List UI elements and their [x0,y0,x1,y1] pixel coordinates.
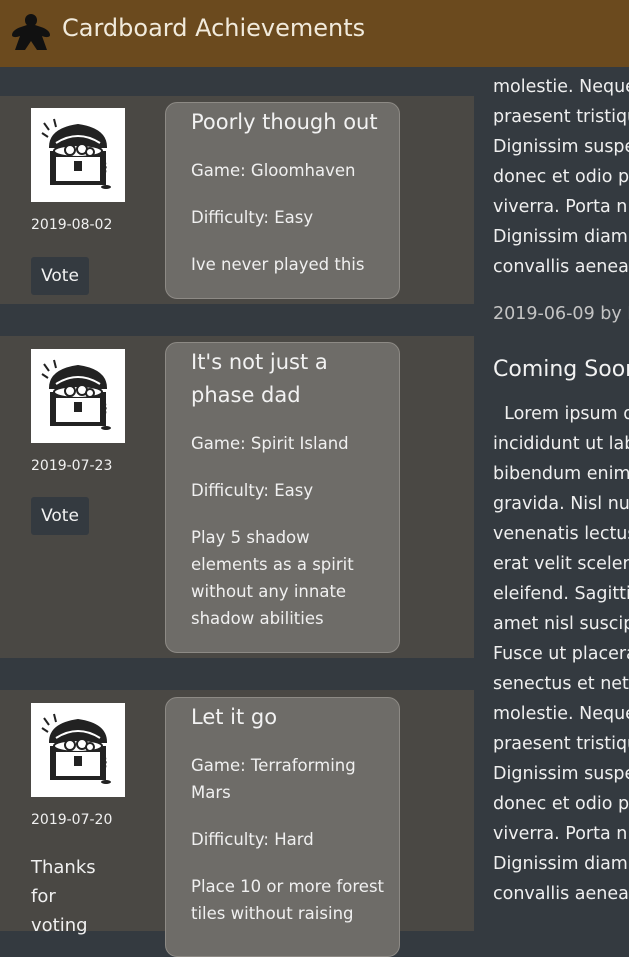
achievement-difficulty: Difficulty: Easy [191,208,314,227]
achievement-details: Let it go Game: Terraforming Mars Diffic… [165,697,400,957]
blog-text-line: convallis aenean [493,884,629,904]
blog-post-heading: Coming Soon [493,357,629,382]
achievement-game: Game: Gloomhaven [191,161,356,180]
blog-text-line: viverra. Porta ni [493,824,629,844]
meeple-icon [12,14,50,50]
achievement-date: 2019-07-23 [31,458,113,474]
blog-text-line: molestie. Neque [493,77,629,97]
treasure-chest-icon [31,703,125,797]
blog-text-line: praesent tristiqu [493,107,629,127]
blog-text-line: Fusce ut placera [493,644,629,664]
achievement-date: 2019-08-02 [31,217,113,233]
achievement-game: Game: Spirit Island [191,434,349,453]
achievement-game: Game: Terraforming Mars [191,756,356,802]
blog-text-line: donec et odio p [493,167,629,187]
blog-text-line: eleifend. Sagitti [493,584,629,604]
achievement-card: 2019-07-20 Thanks for voting Let it go G… [0,690,474,957]
achievement-date: 2019-07-20 [31,812,113,828]
blog-text-line: amet nisl suscip [493,614,629,634]
achievement-details: Poorly though out Game: Gloomhaven Diffi… [165,102,400,299]
achievement-details: It's not just a phase dad Game: Spirit I… [165,342,400,653]
achievement-title: Let it go [191,705,278,729]
achievement-title: Poorly though out [191,110,378,134]
achievement-title: It's not just a phase dad [191,350,328,407]
blog-text-line: Dignissim diam [493,854,628,874]
blog-text-line: Dignissim suspe [493,764,629,784]
blog-post-meta: 2019-06-09 by Bo [493,304,629,324]
thanks-message: Thanks for voting [31,857,96,936]
achievement-description: Ive never played this [191,255,365,274]
treasure-chest-icon [31,349,125,443]
blog-text-line: praesent tristiqu [493,734,629,754]
achievement-difficulty: Difficulty: Hard [191,830,314,849]
blog-text-line: Dignissim suspe [493,137,629,157]
blog-text-line: incididunt ut lab [493,434,629,454]
treasure-chest-icon [31,108,125,202]
blog-text-line: viverra. Porta ni [493,197,629,217]
achievement-description: Place 10 or more forest tiles without ra… [191,877,385,923]
blog-text-line: donec et odio p [493,794,629,814]
achievement-description: Play 5 shadow elements as a spirit witho… [191,528,354,628]
blog-text-line: gravida. Nisl nu [493,494,629,514]
blog-column: molestie. Neque praesent tristiqu Dignis… [493,72,629,909]
vote-button[interactable]: Vote [31,257,89,295]
blog-text-line: Lorem ipsum d [493,404,629,424]
achievement-card: 2019-08-02 Vote Poorly though out Game: … [0,96,474,304]
blog-text-line: Dignissim diam [493,227,628,247]
blog-text-line: convallis aenean [493,257,629,277]
blog-text-line: senectus et netu [493,674,629,694]
achievement-difficulty: Difficulty: Easy [191,481,314,500]
blog-text-line: erat velit sceleri [493,554,629,574]
app-title[interactable]: Cardboard Achievements [62,14,365,42]
vote-button[interactable]: Vote [31,497,89,535]
blog-text-line: bibendum enim [493,464,629,484]
achievement-card: 2019-07-23 Vote It's not just a phase da… [0,336,474,658]
blog-text-line: venenatis lectus [493,524,629,544]
blog-text-line: molestie. Neque [493,704,629,724]
top-navbar: Cardboard Achievements [0,0,629,67]
